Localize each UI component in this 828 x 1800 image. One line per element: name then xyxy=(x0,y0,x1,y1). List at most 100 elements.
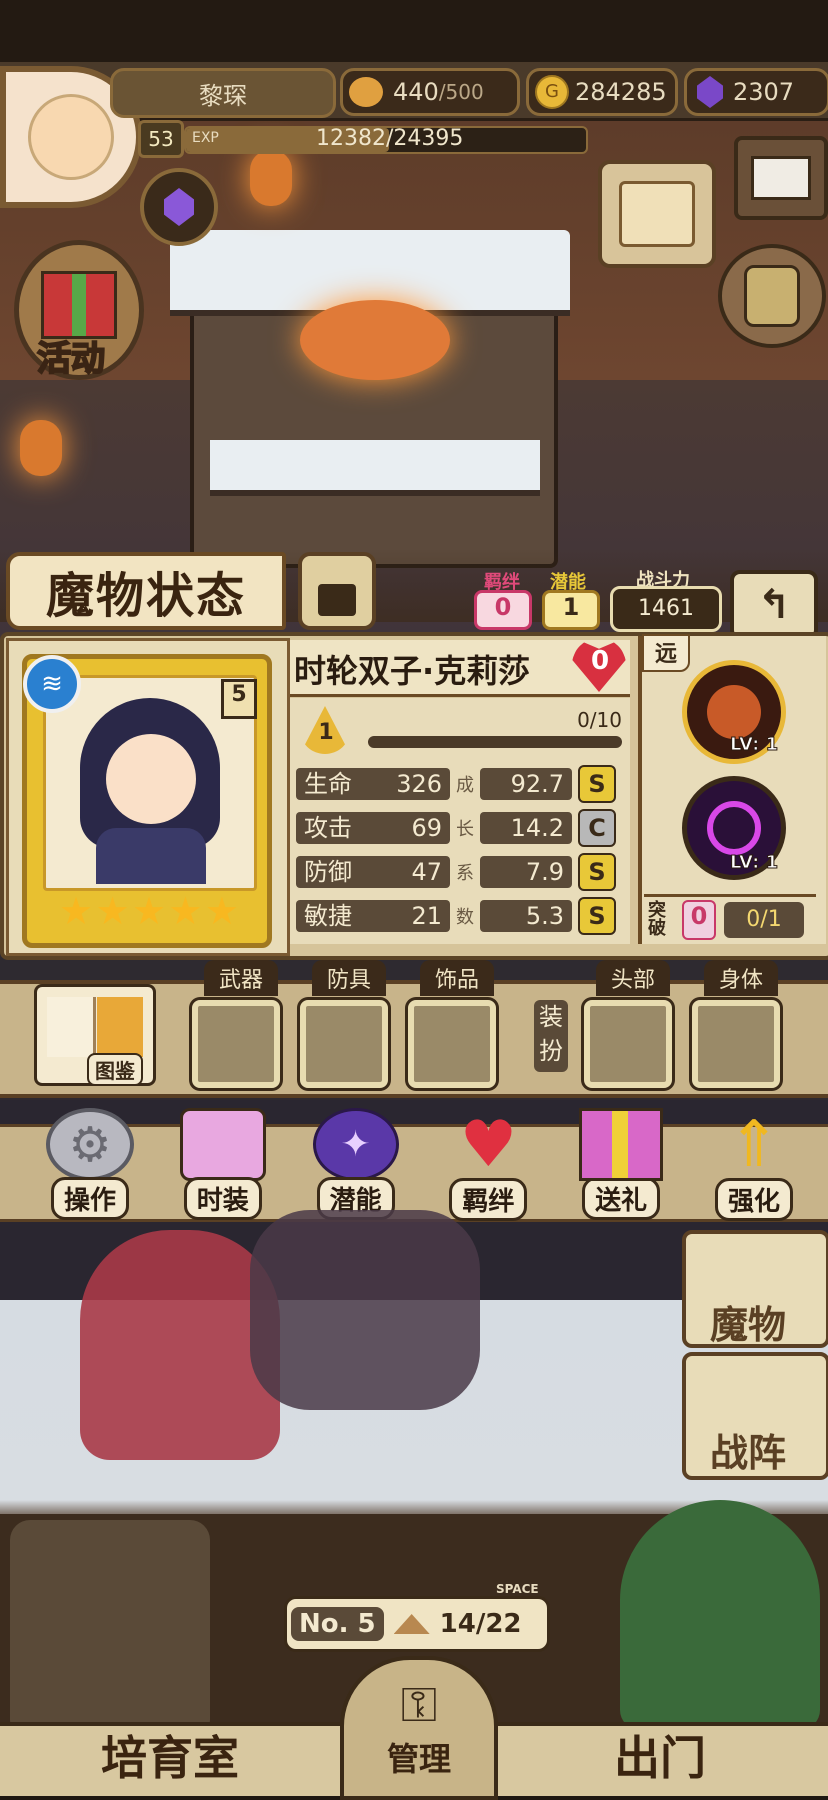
monster-button-label: 魔物 xyxy=(710,1303,787,1347)
heart-value: 0 xyxy=(590,646,610,676)
stat-row-defense: 防御 47 系 7.9 S xyxy=(296,853,626,891)
armor-slot[interactable] xyxy=(300,1000,388,1088)
stat-value: 326 xyxy=(364,768,450,800)
gem-value: 2307 xyxy=(733,78,795,106)
breakthrough-progress: 0/1 xyxy=(724,902,804,938)
nurture-room-tab[interactable]: 培育室 xyxy=(60,1722,280,1792)
accessory-label: 饰品 xyxy=(420,960,494,996)
scroll-icon xyxy=(619,181,695,247)
backpack-button[interactable] xyxy=(718,244,826,348)
stat-label: 攻击 xyxy=(296,812,364,844)
exp-bar: EXP 12382/24395 xyxy=(184,126,588,154)
level-progress-bar xyxy=(368,736,622,748)
manage-button[interactable]: ⚿ 管理 xyxy=(340,1656,498,1800)
book-button[interactable]: 图鉴 xyxy=(34,984,156,1086)
weapon-slot[interactable] xyxy=(192,1000,280,1088)
menu-label: 送礼 xyxy=(582,1177,661,1220)
potential-button[interactable]: ✦ 潜能 xyxy=(308,1108,404,1220)
head-slot-group: 头部 xyxy=(584,960,672,1088)
monster-list-button[interactable]: 魔物 xyxy=(682,1230,828,1348)
star-icon: ★ xyxy=(95,889,130,933)
bond-value: 0 xyxy=(474,590,532,630)
stat-row-hp: 生命 326 成 92.7 S xyxy=(296,765,626,803)
gift-icon xyxy=(579,1108,664,1181)
gem-counter[interactable]: 2307 xyxy=(684,68,828,116)
monster-card[interactable]: ≋ 5 ★ ★ ★ ★ ★ xyxy=(22,654,272,948)
operate-button[interactable]: ⚙ 操作 xyxy=(42,1108,138,1220)
body-slot-group: 身体 xyxy=(692,960,780,1088)
back-button[interactable]: ↰ xyxy=(730,570,818,640)
gold-coin-icon: G xyxy=(535,75,569,109)
body-slot[interactable] xyxy=(692,1000,780,1088)
mail-button[interactable] xyxy=(734,136,828,220)
gold-value: 284285 xyxy=(575,78,667,106)
go-out-tab[interactable]: 出门 xyxy=(560,1722,760,1792)
up-arrows-glyph: ⇑ xyxy=(727,1108,781,1182)
bond-button[interactable]: ♥ 羁绊 xyxy=(440,1108,536,1221)
star-icon: ★ xyxy=(168,889,203,933)
monster-level: 1 xyxy=(318,720,334,745)
head-slot[interactable] xyxy=(584,1000,672,1088)
stat-label: 防御 xyxy=(296,856,364,888)
exp-value: 12382/24395 xyxy=(316,126,464,151)
upgrade-button[interactable]: ⇑ 强化 xyxy=(706,1108,802,1221)
element-waves-glyph: ≋ xyxy=(41,669,63,699)
growth-label-char: 数 xyxy=(456,907,474,928)
fashion-button[interactable]: 时装 xyxy=(175,1108,271,1220)
grade-badge: S xyxy=(578,853,616,891)
book-label: 图鉴 xyxy=(87,1053,143,1086)
activity-button[interactable]: 活动 xyxy=(14,240,144,380)
stat-list: 生命 326 成 92.7 S 攻击 69 长 14.2 C 防御 47 系 7… xyxy=(296,765,626,935)
stat-label: 敏捷 xyxy=(296,900,364,932)
lock-button[interactable] xyxy=(298,552,376,630)
gift-ribbon xyxy=(72,274,86,336)
growth-label-char: 长 xyxy=(456,819,474,840)
armor-label: 防具 xyxy=(312,960,386,996)
star-icon: ★ xyxy=(131,889,167,933)
growth-label-char: 系 xyxy=(456,863,474,884)
star-rating: ★ ★ ★ ★ ★ xyxy=(59,891,239,931)
stamina-counter[interactable]: 440 /500 xyxy=(340,68,520,116)
room-number: No. 5 xyxy=(291,1607,384,1641)
stat-value: 21 xyxy=(364,900,450,932)
accessory-slot[interactable] xyxy=(408,1000,496,1088)
backpack-icon xyxy=(744,265,800,327)
monster-sprite-dragon[interactable] xyxy=(250,1210,480,1410)
dress-up-label: 装扮 xyxy=(534,1000,568,1072)
menu-label: 羁绊 xyxy=(449,1178,528,1221)
weapon-slot-group: 武器 xyxy=(192,960,280,1088)
gem-shop-button[interactable] xyxy=(140,168,218,246)
page-title: 魔物状态 xyxy=(45,568,246,624)
menu-label: 强化 xyxy=(714,1178,793,1221)
gear-icon: ⚙ xyxy=(46,1108,134,1181)
menu-label: 操作 xyxy=(50,1177,129,1220)
formation-button[interactable]: 战阵 xyxy=(682,1352,828,1480)
gold-counter[interactable]: G 284285 xyxy=(526,68,678,116)
back-arrow-icon: ↰ xyxy=(757,582,791,628)
player-name-plate: 黎琛 xyxy=(110,68,336,118)
monster-face xyxy=(106,734,196,824)
breakthrough-row: 突破 0 0/1 xyxy=(644,894,816,943)
room-info-bar: No. 5 14/22 xyxy=(284,1596,550,1652)
keys-icon: ⚿ xyxy=(400,1676,438,1733)
potential-icon: ✦ xyxy=(312,1108,399,1181)
space-value: 14/22 xyxy=(439,1609,522,1639)
nurture-room-illustration xyxy=(10,1520,210,1740)
monster-status-title-plate: 魔物状态 xyxy=(6,552,286,630)
lantern-decoration xyxy=(20,420,62,476)
gem-plus-icon xyxy=(164,188,194,226)
skill-1-level: LV: 1 xyxy=(729,734,779,756)
armor-slot-group: 防具 xyxy=(300,960,388,1088)
tree-illustration xyxy=(620,1500,820,1730)
activity-label: 活动 xyxy=(36,338,106,380)
star-icon: ★ xyxy=(204,889,239,933)
card-tag: 5 xyxy=(221,679,257,719)
manage-label: 管理 xyxy=(386,1739,451,1778)
stat-value: 47 xyxy=(364,856,450,888)
quest-scroll-button[interactable] xyxy=(598,160,716,268)
purple-gem-icon xyxy=(697,76,723,108)
spiral-skill-icon xyxy=(707,801,761,855)
head-label: 头部 xyxy=(596,960,670,996)
gift-button[interactable]: 送礼 xyxy=(573,1108,669,1220)
gift-box-icon xyxy=(41,271,117,339)
